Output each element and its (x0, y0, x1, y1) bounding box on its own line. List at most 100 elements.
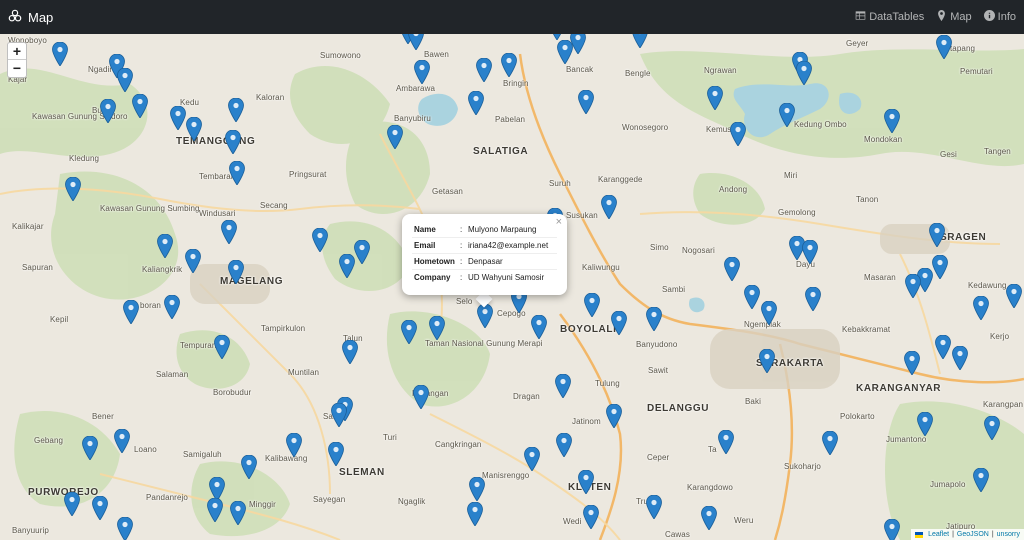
map-marker-icon[interactable] (230, 500, 246, 526)
map-marker-icon[interactable] (701, 505, 717, 531)
nav-datatables[interactable]: DataTables (855, 10, 924, 24)
map-marker-icon[interactable] (935, 334, 951, 360)
map-marker-icon[interactable] (354, 239, 370, 265)
place-label-kedawung: Kedawung (968, 281, 1007, 290)
map-marker-icon[interactable] (646, 494, 662, 520)
map-marker-icon[interactable] (578, 89, 594, 115)
zoom-in-button[interactable]: + (8, 43, 26, 60)
map-marker-icon[interactable] (632, 34, 648, 49)
map-marker-icon[interactable] (584, 292, 600, 318)
map-marker-icon[interactable] (132, 93, 148, 119)
map-marker-icon[interactable] (917, 411, 933, 437)
map-marker-icon[interactable] (82, 435, 98, 461)
map-marker-icon[interactable] (342, 339, 358, 365)
map-marker-icon[interactable] (601, 194, 617, 220)
map-marker-icon[interactable] (524, 446, 540, 472)
map-marker-icon[interactable] (467, 501, 483, 527)
map-marker-icon[interactable] (724, 256, 740, 282)
map-marker-icon[interactable] (805, 286, 821, 312)
map-marker-icon[interactable] (157, 233, 173, 259)
unsorry-link[interactable]: unsorry (997, 531, 1020, 538)
place-label-kaliwungu: Kaliwungu (582, 263, 620, 272)
map-marker-icon[interactable] (932, 254, 948, 280)
map-marker-icon[interactable] (387, 124, 403, 150)
map-marker-icon[interactable] (401, 319, 417, 345)
map-marker-icon[interactable] (92, 495, 108, 521)
map-marker-icon[interactable] (117, 67, 133, 93)
nav-map[interactable]: Map (936, 10, 972, 24)
map-marker-icon[interactable] (286, 432, 302, 458)
map-marker-icon[interactable] (501, 52, 517, 78)
map-marker-icon[interactable] (228, 259, 244, 285)
map-canvas[interactable]: + − Wonoboyo Ngadirejo Kajar Bulu Kedu TEMANG… (0, 34, 1024, 540)
map-marker-icon[interactable] (328, 441, 344, 467)
map-marker-icon[interactable] (1006, 283, 1022, 309)
nav-info[interactable]: Info (983, 10, 1016, 24)
map-marker-icon[interactable] (718, 429, 734, 455)
map-marker-icon[interactable] (100, 98, 116, 124)
map-marker-icon[interactable] (228, 97, 244, 123)
map-marker-icon[interactable] (779, 102, 795, 128)
place-label-pabelan: Pabelan (495, 115, 526, 124)
map-marker-icon[interactable] (707, 85, 723, 111)
map-marker-icon[interactable] (570, 34, 586, 55)
map-marker-icon[interactable] (611, 310, 627, 336)
map-marker-icon[interactable] (904, 350, 920, 376)
map-marker-icon[interactable] (973, 467, 989, 493)
map-marker-icon[interactable] (583, 504, 599, 530)
map-marker-icon[interactable] (531, 314, 547, 340)
geojson-link[interactable]: GeoJSON (957, 531, 989, 538)
map-marker-icon[interactable] (225, 129, 241, 155)
map-marker-icon[interactable] (468, 90, 484, 116)
map-marker-icon[interactable] (65, 176, 81, 202)
map-marker-icon[interactable] (64, 491, 80, 517)
map-marker-icon[interactable] (185, 248, 201, 274)
map-marker-icon[interactable] (761, 300, 777, 326)
zoom-out-button[interactable]: − (8, 60, 26, 77)
map-marker-icon[interactable] (796, 60, 812, 86)
map-marker-icon[interactable] (123, 299, 139, 325)
map-marker-icon[interactable] (822, 430, 838, 456)
map-marker-icon[interactable] (952, 345, 968, 371)
map-marker-icon[interactable] (606, 403, 622, 429)
map-marker-icon[interactable] (973, 295, 989, 321)
map-marker-icon[interactable] (556, 432, 572, 458)
map-marker-icon[interactable] (408, 34, 424, 51)
map-marker-icon[interactable] (884, 108, 900, 134)
map-marker-icon[interactable] (229, 160, 245, 186)
map-marker-icon[interactable] (114, 428, 130, 454)
map-marker-icon[interactable] (241, 454, 257, 480)
map-marker-icon[interactable] (759, 348, 775, 374)
map-marker-icon[interactable] (646, 306, 662, 332)
map-marker-icon[interactable] (929, 222, 945, 248)
map-marker-icon[interactable] (331, 402, 347, 428)
map-marker-icon[interactable] (477, 303, 493, 329)
map-marker-icon[interactable] (164, 294, 180, 320)
map-marker-icon[interactable] (936, 34, 952, 60)
map-marker-icon[interactable] (221, 219, 237, 245)
map-marker-icon[interactable] (476, 57, 492, 83)
map-marker-icon[interactable] (984, 415, 1000, 441)
map-marker-icon[interactable] (214, 334, 230, 360)
map-marker-icon[interactable] (884, 518, 900, 540)
map-marker-icon[interactable] (414, 59, 430, 85)
map-marker-icon[interactable] (413, 384, 429, 410)
map-marker-icon[interactable] (339, 253, 355, 279)
map-marker-icon[interactable] (802, 239, 818, 265)
map-marker-icon[interactable] (905, 273, 921, 299)
leaflet-link[interactable]: Leaflet (928, 531, 949, 538)
map-marker-icon[interactable] (117, 516, 133, 540)
map-marker-icon[interactable] (744, 284, 760, 310)
map-marker-icon[interactable] (730, 121, 746, 147)
map-marker-icon[interactable] (555, 373, 571, 399)
map-marker-icon[interactable] (578, 469, 594, 495)
popup-close-button[interactable]: × (556, 216, 562, 228)
map-marker-icon[interactable] (469, 476, 485, 502)
map-marker-icon[interactable] (52, 41, 68, 67)
map-marker-icon[interactable] (207, 497, 223, 523)
map-marker-icon[interactable] (429, 315, 445, 341)
map-marker-icon[interactable] (312, 227, 328, 253)
brand[interactable]: Map (8, 9, 53, 26)
map-marker-icon[interactable] (170, 105, 186, 131)
map-marker-icon[interactable] (186, 116, 202, 142)
